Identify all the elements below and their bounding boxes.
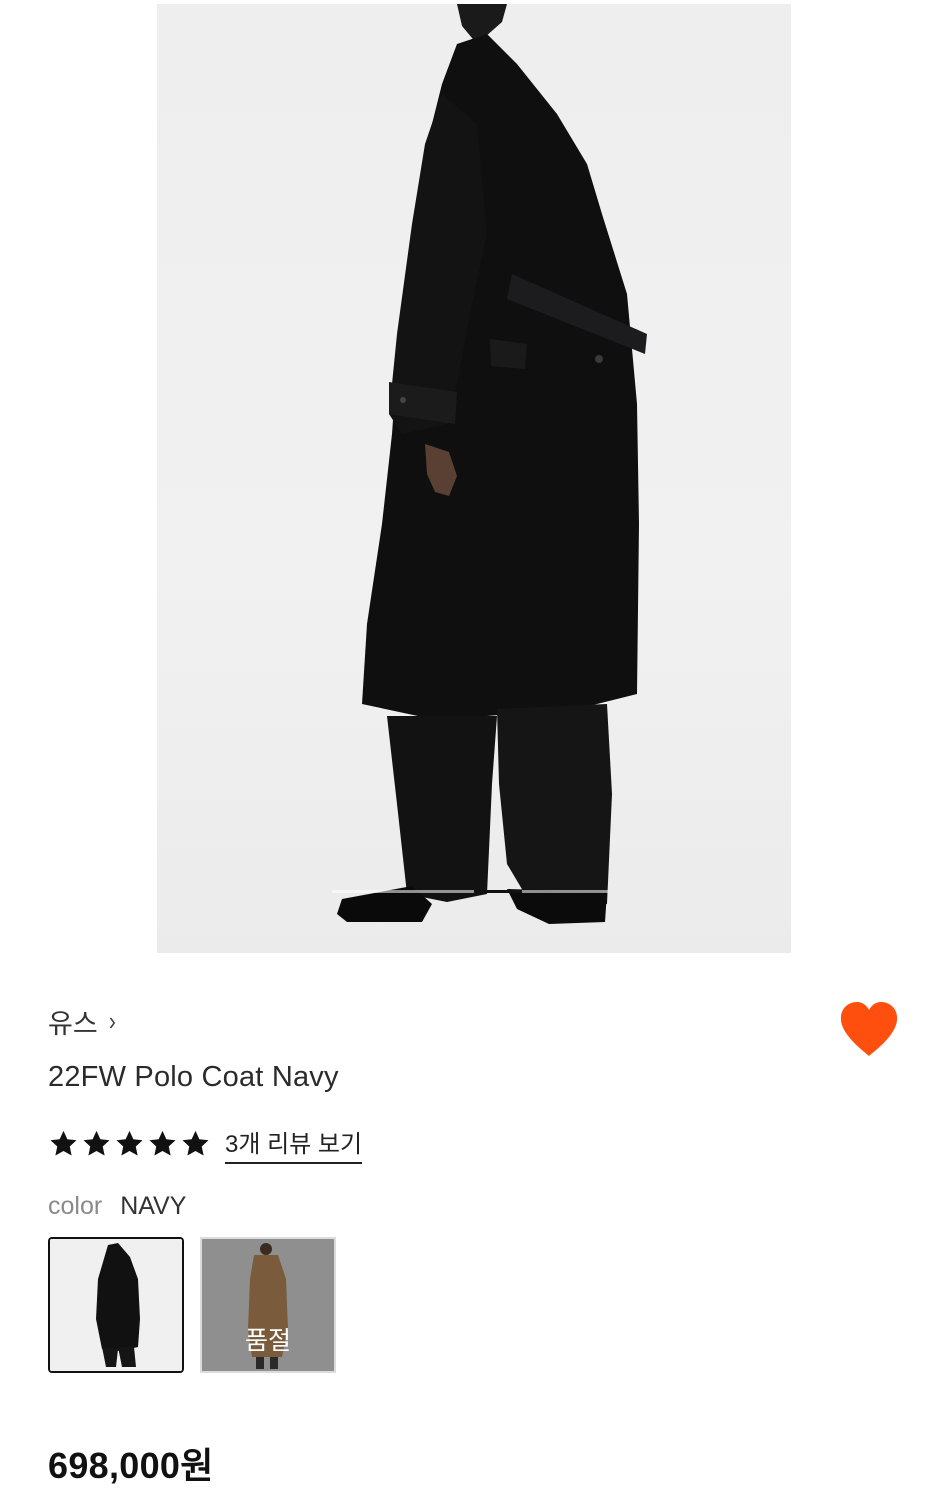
swatch-navy-thumbnail	[50, 1239, 182, 1371]
star-icon	[50, 1130, 77, 1156]
product-image[interactable]	[157, 4, 791, 953]
star-icon	[116, 1130, 143, 1156]
chevron-right-icon: ›	[108, 1005, 116, 1036]
star-icon	[149, 1130, 176, 1156]
brand-name: 유스	[48, 1008, 98, 1039]
product-price: 698,000원	[48, 1445, 214, 1486]
selected-color-value: NAVY	[120, 1192, 187, 1220]
color-swatches: 품절	[48, 1237, 336, 1373]
star-icon	[83, 1130, 110, 1156]
star-rating	[48, 1129, 211, 1159]
carousel-indicator-active	[474, 890, 522, 893]
product-title: 22FW Polo Coat Navy	[48, 1061, 339, 1093]
swatch-navy[interactable]	[48, 1237, 184, 1373]
sold-out-label: 품절	[244, 1327, 291, 1355]
view-reviews-link[interactable]: 3개 리뷰 보기	[225, 1124, 363, 1164]
rating-row: 3개 리뷰 보기	[48, 1124, 363, 1164]
brand-link[interactable]: 유스 ›	[48, 1003, 116, 1039]
heart-icon	[840, 1002, 898, 1056]
carousel-indicator	[332, 890, 608, 893]
color-row: color NAVY	[48, 1192, 186, 1221]
color-label: color	[48, 1192, 103, 1220]
swatch-camel[interactable]: 품절	[200, 1237, 336, 1373]
like-button[interactable]	[838, 1000, 900, 1058]
star-icon	[182, 1130, 209, 1156]
coat-photo	[337, 4, 647, 924]
